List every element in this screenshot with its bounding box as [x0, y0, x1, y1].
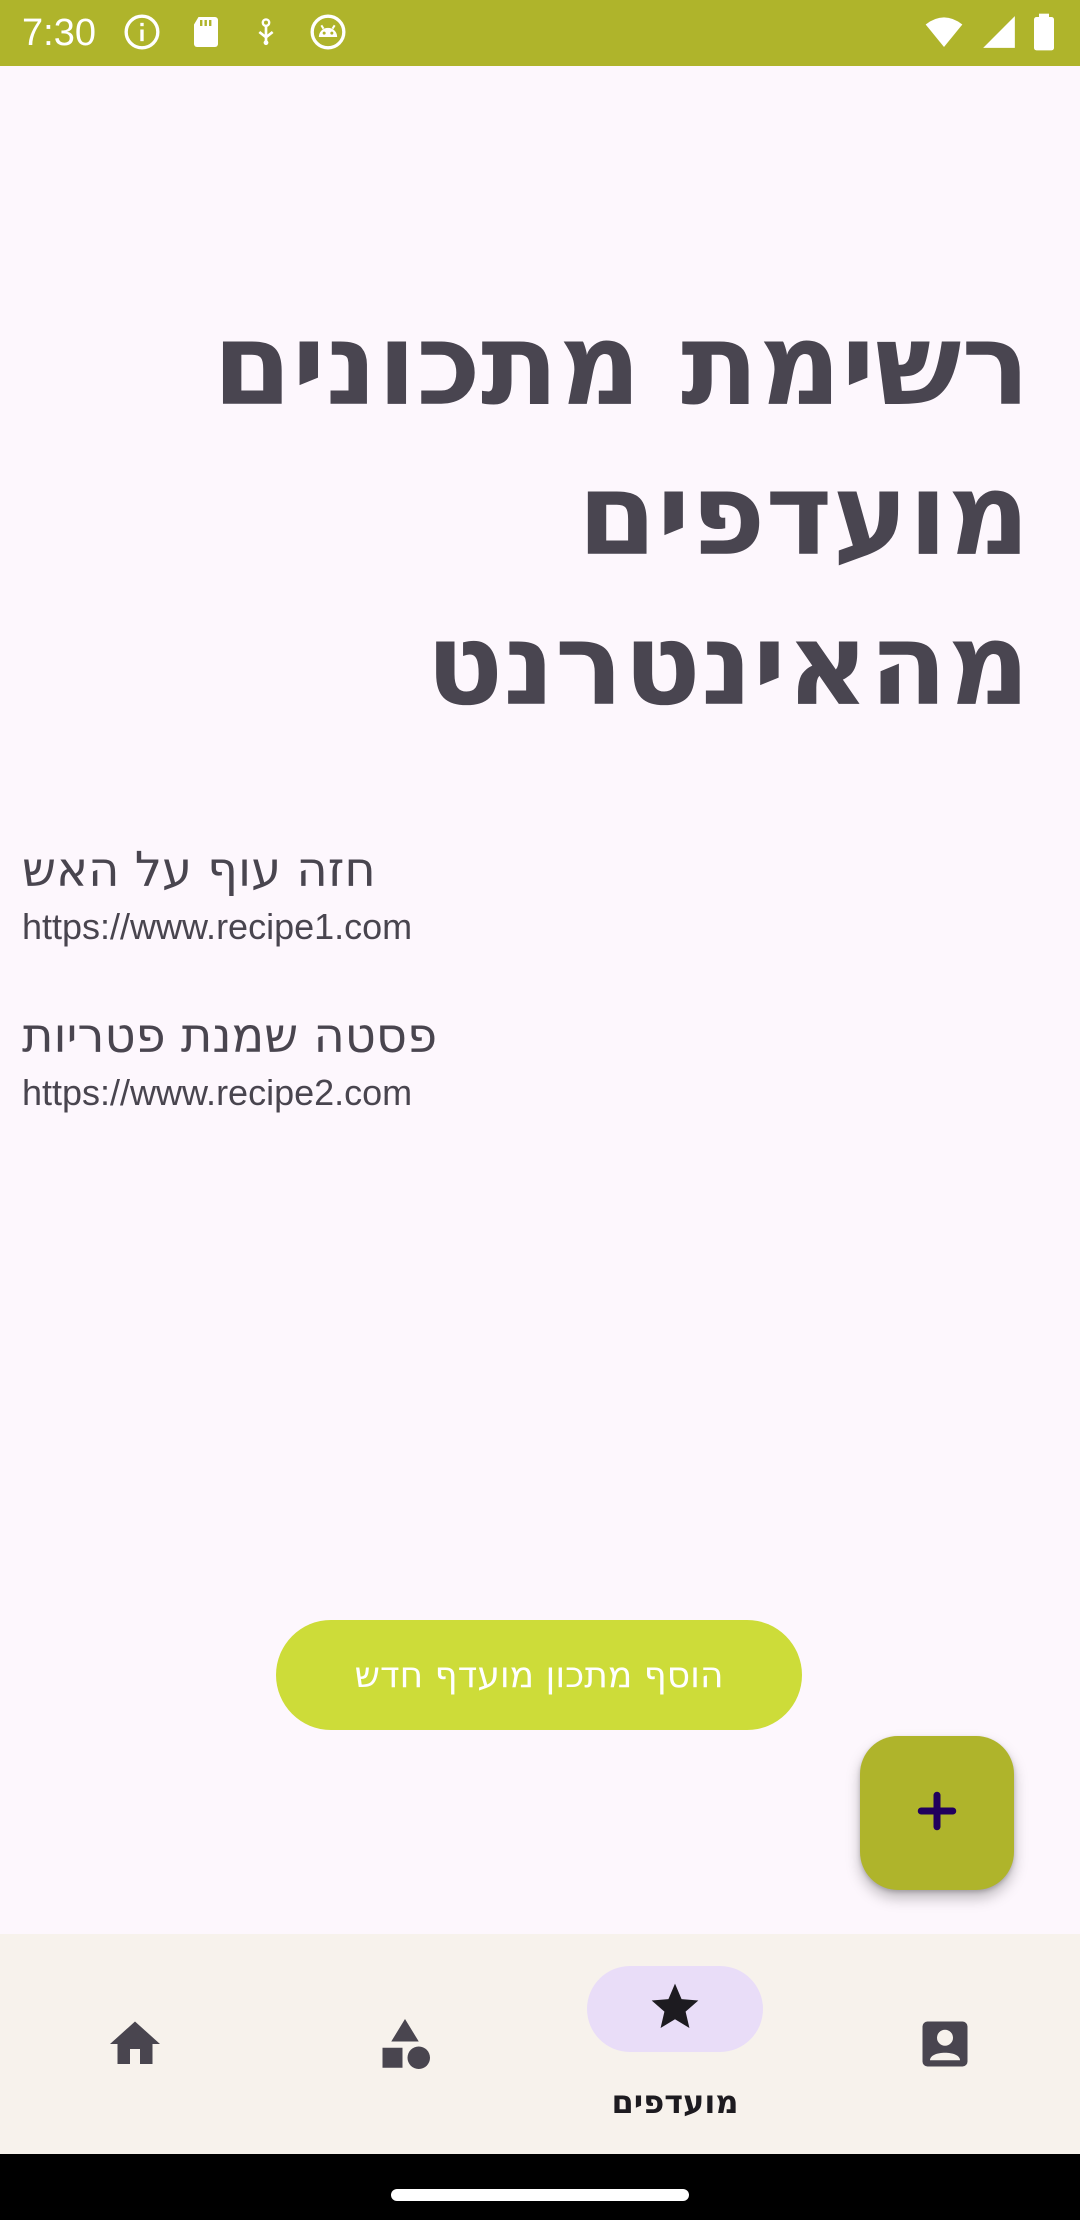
status-bar: 7:30	[0, 0, 1080, 66]
shapes-icon	[375, 2014, 435, 2074]
usb-debug-icon	[250, 12, 282, 52]
android-icon	[308, 12, 348, 52]
status-notification-icons	[122, 12, 348, 52]
plus-icon	[916, 1790, 958, 1837]
nav-item-profile[interactable]	[810, 1934, 1080, 2154]
navigation-gesture-bar	[0, 2154, 1080, 2220]
nav-label-favorites: מועדפים	[611, 2083, 739, 2121]
list-item[interactable]: חזה עוף על האש https://www.recipe1.com	[22, 838, 922, 1004]
sd-card-icon	[188, 12, 224, 52]
wifi-icon	[922, 12, 966, 52]
star-icon	[647, 1979, 703, 2040]
recipe-name: פסטה שמנת פטריות	[22, 1008, 438, 1064]
nav-active-indicator	[587, 1966, 763, 2052]
gesture-handle[interactable]	[391, 2189, 689, 2201]
recipe-url[interactable]: https://www.recipe1.com	[22, 902, 922, 952]
bottom-navigation: מועדפים	[0, 1934, 1080, 2154]
add-favorite-recipe-button[interactable]: הוסף מתכון מועדף חדש	[276, 1620, 802, 1730]
info-icon	[122, 12, 162, 52]
nav-item-favorites[interactable]: מועדפים	[540, 1934, 810, 2154]
nav-item-categories[interactable]	[270, 1934, 540, 2154]
signal-icon	[980, 12, 1018, 52]
battery-icon	[1032, 12, 1056, 52]
page-title: רשימת מתכונים מועדפים מהאינטרנט	[212, 298, 1030, 731]
add-favorite-recipe-label: הוסף מתכון מועדף חדש	[354, 1654, 724, 1696]
status-time: 7:30	[22, 12, 96, 54]
recipe-name: חזה עוף על האש	[22, 842, 376, 898]
recipe-url[interactable]: https://www.recipe2.com	[22, 1068, 922, 1118]
status-system-icons	[922, 12, 1056, 52]
add-fab-button[interactable]	[860, 1736, 1014, 1890]
list-item[interactable]: פסטה שמנת פטריות https://www.recipe2.com	[22, 1004, 922, 1170]
recipe-list: חזה עוף על האש https://www.recipe1.com פ…	[22, 838, 922, 1170]
home-icon	[105, 2014, 165, 2074]
nav-item-home[interactable]	[0, 1934, 270, 2154]
contact-icon	[915, 2014, 975, 2074]
